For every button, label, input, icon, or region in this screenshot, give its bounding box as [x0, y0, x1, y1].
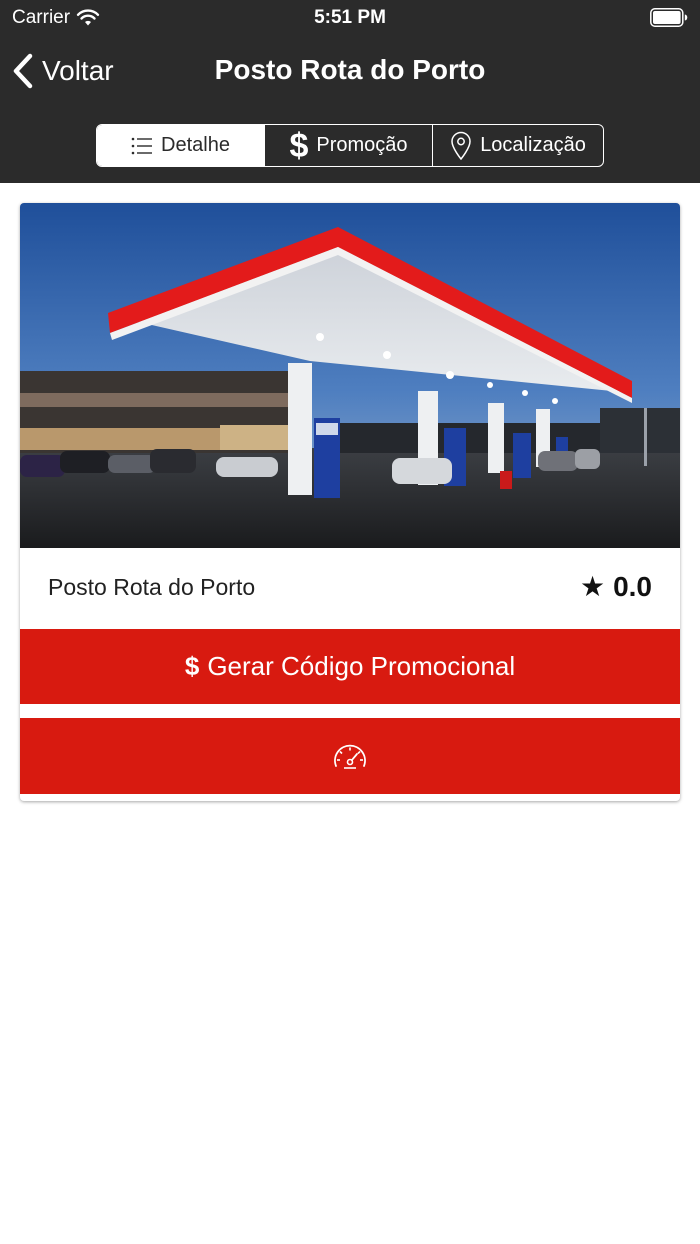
status-bar: Carrier 5:51 PM [0, 0, 700, 36]
tab-promocao[interactable]: $ Promoção [265, 125, 433, 166]
tab-promocao-label: Promoção [316, 134, 408, 156]
battery-icon [650, 8, 688, 27]
navigation-bar: Voltar Posto Rota do Porto [0, 44, 700, 98]
tab-detalhe-label: Detalhe [161, 134, 230, 156]
generate-promo-code-button[interactable]: $ Gerar Código Promocional [20, 629, 680, 704]
speedometer-icon [334, 744, 366, 769]
star-icon: ★ [579, 571, 606, 602]
speedometer-button[interactable] [20, 718, 680, 794]
tab-detalhe[interactable]: Detalhe [97, 125, 265, 166]
tab-localizacao[interactable]: Localização [433, 125, 603, 166]
tab-localizacao-label: Localização [480, 134, 586, 156]
dollar-icon: $ [289, 126, 309, 165]
promo-button-label: Gerar Código Promocional [207, 651, 516, 681]
app-header: Carrier 5:51 PM Voltar Posto Rota do Por… [0, 0, 700, 183]
status-time: 5:51 PM [314, 7, 386, 28]
segmented-control: Detalhe $ Promoção Localização [96, 124, 604, 167]
list-icon [131, 137, 153, 154]
rating: ★ 0.0 [580, 570, 652, 603]
station-info-row: Posto Rota do Porto ★ 0.0 [20, 548, 680, 628]
location-pin-icon [451, 131, 471, 160]
rating-value: 0.0 [613, 570, 652, 602]
dollar-icon: $ [184, 651, 200, 681]
gas-station-photo [20, 203, 680, 548]
station-name: Posto Rota do Porto [48, 574, 256, 600]
station-card: Posto Rota do Porto ★ 0.0 $ Gerar Código… [20, 203, 680, 801]
page-title: Posto Rota do Porto [214, 54, 486, 85]
